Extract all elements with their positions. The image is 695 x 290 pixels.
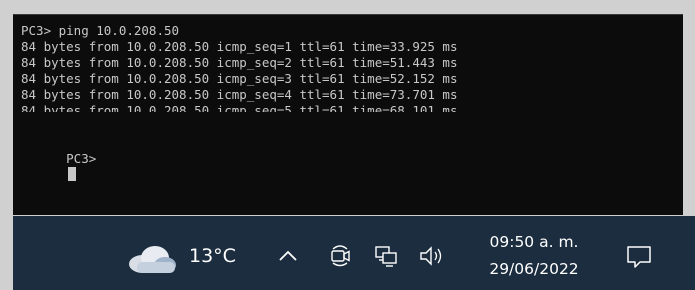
prompt-text: PC3> (66, 151, 97, 166)
ping-reply-line: 84 bytes from 10.0.208.50 icmp_seq=3 ttl… (21, 71, 458, 86)
chevron-up-icon[interactable] (277, 248, 299, 264)
text-cursor (68, 167, 77, 181)
temperature-label[interactable]: 13°C (189, 244, 236, 268)
terminal-window[interactable]: PC3> ping 10.0.208.50 84 bytes from 10.0… (13, 14, 683, 215)
cloud-icon[interactable] (123, 244, 179, 274)
prompt-line[interactable]: PC3> (21, 135, 96, 181)
meet-now-icon[interactable] (329, 242, 351, 268)
clock-date[interactable]: 29/06/2022 (479, 259, 589, 279)
ping-reply-line: 84 bytes from 10.0.208.50 icmp_seq=5 ttl… (21, 103, 458, 112)
ping-reply-line: 84 bytes from 10.0.208.50 icmp_seq=1 ttl… (21, 39, 458, 54)
command-line: PC3> ping 10.0.208.50 (21, 23, 180, 38)
ping-reply-line: 84 bytes from 10.0.208.50 icmp_seq=2 ttl… (21, 55, 458, 70)
screenshot-frame: PC3> ping 10.0.208.50 84 bytes from 10.0… (0, 0, 695, 290)
notification-icon[interactable] (625, 244, 653, 270)
network-icon[interactable] (373, 244, 399, 268)
taskbar: 13°C 09:50 a. m. 29/06/2022 (13, 216, 695, 290)
ping-reply-line: 84 bytes from 10.0.208.50 icmp_seq=4 ttl… (21, 87, 458, 102)
volume-icon[interactable] (418, 244, 448, 268)
clock-time[interactable]: 09:50 a. m. (479, 232, 589, 252)
